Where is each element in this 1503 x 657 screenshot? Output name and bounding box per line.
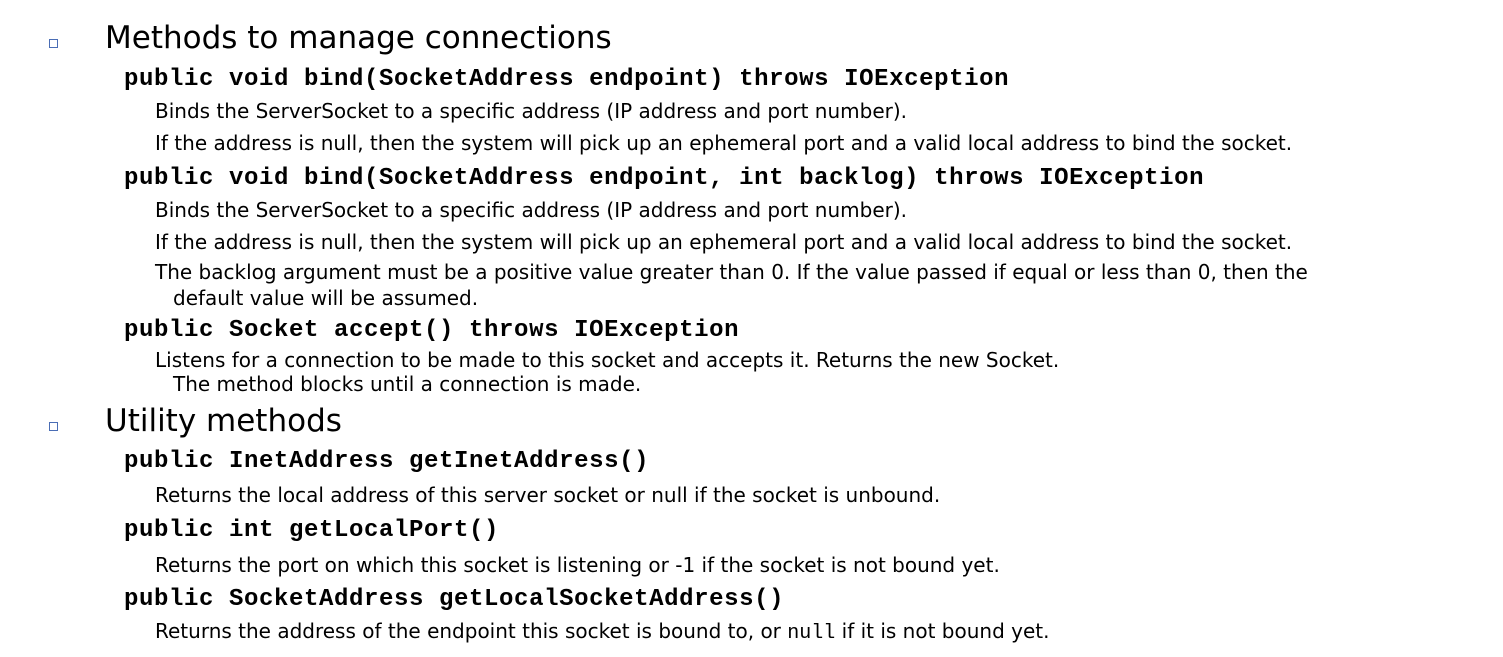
- method-description: Listens for a connection to be made to t…: [155, 348, 1060, 372]
- method-description: Returns the port on which this socket is…: [155, 553, 1000, 577]
- method-description: Binds the ServerSocket to a specific add…: [155, 198, 908, 222]
- bullet-icon: [49, 422, 58, 431]
- method-signature-getlocalport: public int getLocalPort(): [124, 517, 500, 544]
- method-description: Binds the ServerSocket to a specific add…: [155, 99, 908, 123]
- method-description: If the address is null, then the system …: [155, 131, 1293, 155]
- method-signature-bind-backlog: public void bind(SocketAddress endpoint,…: [124, 165, 1205, 192]
- section-heading-connections: Methods to manage connections: [105, 20, 612, 56]
- bullet-icon: [49, 39, 58, 48]
- method-description: Returns the local address of this server…: [155, 483, 941, 507]
- description-text: Returns the address of the endpoint this…: [155, 619, 788, 643]
- method-signature-getlocalsocketaddress: public SocketAddress getLocalSocketAddre…: [124, 586, 785, 613]
- method-signature-getinetaddress: public InetAddress getInetAddress(): [124, 448, 650, 475]
- method-description: Returns the address of the endpoint this…: [155, 618, 1049, 647]
- method-description: The backlog argument must be a positive …: [155, 260, 1308, 284]
- section-heading-utility: Utility methods: [105, 403, 342, 439]
- description-text: if it is not bound yet.: [835, 619, 1050, 643]
- inline-code-null: null: [787, 622, 836, 645]
- method-signature-bind: public void bind(SocketAddress endpoint)…: [124, 66, 1010, 93]
- method-signature-accept: public Socket accept() throws IOExceptio…: [124, 317, 740, 344]
- method-description: If the address is null, then the system …: [155, 230, 1293, 254]
- method-description: The method blocks until a connection is …: [173, 372, 642, 396]
- method-description: default value will be assumed.: [173, 286, 479, 310]
